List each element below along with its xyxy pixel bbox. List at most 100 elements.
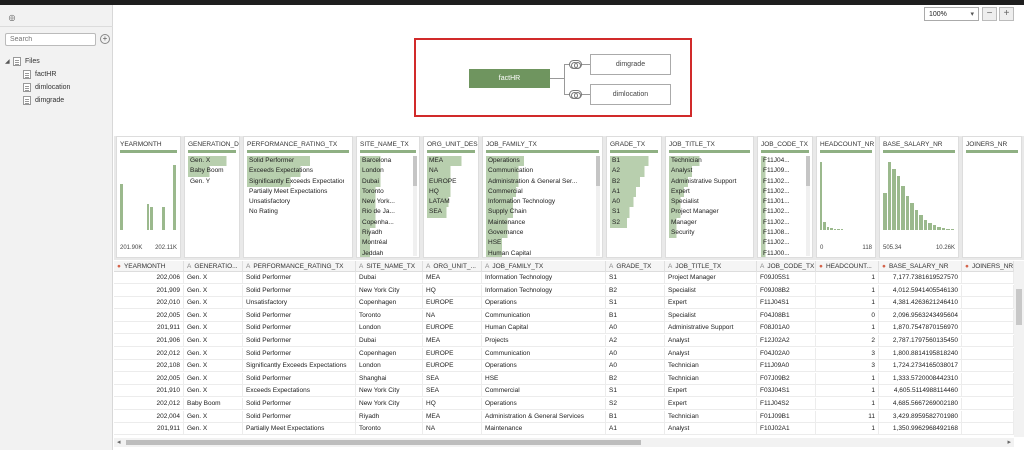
value-item[interactable]: Barcelona xyxy=(360,156,411,167)
value-item[interactable]: Governance xyxy=(486,228,594,239)
dim-table-node-dimlocation[interactable]: dimlocation xyxy=(590,84,671,105)
join-icon[interactable] xyxy=(569,90,582,99)
table-row[interactable]: 201,911 Gen. X Solid Performer London EUROPE… xyxy=(114,322,1014,335)
value-item[interactable]: Gen. Y xyxy=(188,177,231,187)
summary-card[interactable]: JOINERS_NR xyxy=(962,136,1022,258)
table-row[interactable]: 202,012 Baby Boom Solid Performer New York … xyxy=(114,398,1014,410)
table-row[interactable]: 202,005 Gen. X Solid Performer Shanghai SEA H… xyxy=(114,372,1014,385)
column-header[interactable]: ● YEARMONTH xyxy=(114,261,184,272)
value-item[interactable]: Jeddah xyxy=(360,248,411,257)
summary-card[interactable]: YEARMONTH 201.90K 202.11K xyxy=(116,136,181,258)
value-item[interactable]: Solid Performer xyxy=(247,156,344,167)
column-header[interactable]: A PERFORMANCE_RATING_TX xyxy=(243,261,356,272)
value-item[interactable]: Montréal xyxy=(360,238,411,249)
value-item[interactable]: F11J02... xyxy=(761,238,804,249)
column-header[interactable]: A SITE_NAME_TX xyxy=(356,261,423,272)
value-item[interactable]: F11J01... xyxy=(761,197,804,208)
summary-card[interactable]: JOB_TITLE_TX Technician Analyst Administrat… xyxy=(665,136,754,258)
value-item[interactable]: F11J08... xyxy=(761,228,804,239)
tree-item-files[interactable]: ◢ Files xyxy=(5,55,70,68)
tree-item-facthr[interactable]: factHR xyxy=(5,68,70,81)
value-item[interactable]: HQ xyxy=(427,186,470,198)
value-item[interactable]: Rio de Ja... xyxy=(360,207,411,218)
summary-card[interactable]: ORG_UNIT_DES... MEA NA EUROPE HQ LATAM SEA xyxy=(423,136,479,258)
value-item[interactable]: F11J04... xyxy=(761,156,804,167)
summary-card[interactable]: HEADCOUNT_NR 0 118 xyxy=(816,136,876,258)
value-item[interactable]: Expert xyxy=(669,186,745,198)
dim-table-node-dimgrade[interactable]: dimgrade xyxy=(590,54,671,75)
table-row[interactable]: 202,108 Gen. X Significantly Exceeds Expec… xyxy=(114,360,1014,373)
scroll-thumb[interactable] xyxy=(126,440,641,445)
value-item[interactable]: NA xyxy=(427,166,470,177)
zoom-select[interactable]: 100% ▾ xyxy=(924,7,979,21)
zoom-in-button[interactable]: + xyxy=(999,7,1014,21)
value-item[interactable]: F11J09... xyxy=(761,166,804,177)
value-item[interactable]: B1 xyxy=(610,156,653,167)
value-item[interactable]: HSE xyxy=(486,238,594,249)
value-item[interactable]: No Rating xyxy=(247,207,344,217)
value-item[interactable]: A1 xyxy=(610,186,653,198)
value-item[interactable]: S1 xyxy=(610,207,653,218)
table-row[interactable]: 202,010 Gen. X Unsatisfactory Copenhagen EUR… xyxy=(114,297,1014,310)
value-item[interactable]: Exceeds Expectations xyxy=(247,166,344,177)
column-header[interactable]: A JOB_TITLE_TX xyxy=(665,261,757,272)
value-item[interactable]: F11J00... xyxy=(761,248,804,257)
table-row[interactable]: 201,911 Gen. X Partially Meet Expectations… xyxy=(114,423,1014,436)
value-item[interactable]: F11J02... xyxy=(761,217,804,229)
expand-triangle-icon[interactable]: ◢ xyxy=(5,58,13,65)
value-item[interactable]: F11J02... xyxy=(761,207,804,218)
join-icon[interactable] xyxy=(569,60,582,69)
table-row[interactable]: 202,005 Gen. X Solid Performer Toronto NA Com… xyxy=(114,309,1014,322)
summary-card[interactable]: SITE_NAME_TX Barcelona London Dubai Toronto N… xyxy=(356,136,420,258)
table-row[interactable]: 202,006 Gen. X Solid Performer Dubai MEA Info… xyxy=(114,272,1014,284)
value-item[interactable]: EUROPE xyxy=(427,176,470,187)
column-header[interactable]: ● HEADCOUNT... xyxy=(816,261,879,272)
summary-card[interactable]: PERFORMANCE_RATING_TX Solid Performer Exce… xyxy=(243,136,353,258)
column-header[interactable]: ● BASE_SALARY_NR xyxy=(879,261,962,272)
value-item[interactable]: Communication xyxy=(486,166,594,177)
summary-card[interactable]: GENERATION_D... Gen. X Baby Boom Gen. Y xyxy=(184,136,240,258)
value-item[interactable]: A2 xyxy=(610,166,653,177)
table-row[interactable]: 201,906 Gen. X Solid Performer Dubai MEA Proj… xyxy=(114,335,1014,347)
column-header[interactable]: ● JOINERS_NR xyxy=(962,261,1014,272)
add-icon[interactable]: + xyxy=(100,34,110,44)
value-item[interactable]: Significantly Exceeds Expectations xyxy=(247,176,344,187)
value-item[interactable]: Dubai xyxy=(360,176,411,187)
value-item[interactable]: Gen. X xyxy=(188,156,231,167)
value-item[interactable]: Administrative Support xyxy=(669,176,745,187)
fact-table-node[interactable]: factHR xyxy=(469,69,550,88)
value-item[interactable]: Riyadh xyxy=(360,228,411,239)
value-item[interactable]: London xyxy=(360,166,411,177)
value-item[interactable]: Supply Chain xyxy=(486,207,594,218)
summary-card[interactable]: BASE_SALARY_NR 505.34 10.26K xyxy=(879,136,959,258)
value-item[interactable]: LATAM xyxy=(427,197,470,208)
value-item[interactable]: Toronto xyxy=(360,186,411,198)
value-item[interactable]: SEA xyxy=(427,207,470,218)
table-row[interactable]: 201,909 Gen. X Solid Performer New York Cit… xyxy=(114,284,1014,297)
scroll-right-icon[interactable]: ▸ xyxy=(1007,438,1011,447)
search-input[interactable] xyxy=(5,33,96,46)
value-item[interactable]: S2 xyxy=(610,217,653,229)
table-row[interactable]: 201,910 Gen. X Exceeds Expectations New Yor… xyxy=(114,385,1014,398)
summary-card[interactable]: GRADE_TX B1 A2 B2 A1 A0 S1 S2 xyxy=(606,136,662,258)
column-header[interactable]: A GRADE_TX xyxy=(606,261,665,272)
value-item[interactable]: A0 xyxy=(610,197,653,208)
value-item[interactable]: Manager xyxy=(669,217,745,229)
value-item[interactable]: Partially Meet Expectations xyxy=(247,187,344,197)
value-item[interactable]: MEA xyxy=(427,156,470,167)
tree-item-dimgrade[interactable]: dimgrade xyxy=(5,94,70,107)
card-scrollbar[interactable] xyxy=(806,156,810,256)
value-item[interactable]: Unsatisfactory xyxy=(247,197,344,207)
scroll-left-icon[interactable]: ◂ xyxy=(117,438,121,447)
value-item[interactable]: Specialist xyxy=(669,197,745,208)
value-item[interactable]: Analyst xyxy=(669,166,745,177)
column-header[interactable]: A JOB_CODE_TX xyxy=(757,261,816,272)
column-header[interactable]: A GENERATIO... xyxy=(184,261,243,272)
value-item[interactable]: B2 xyxy=(610,176,653,187)
value-item[interactable]: Project Manager xyxy=(669,207,745,218)
summary-card[interactable]: JOB_FAMILY_TX Operations Communication Admi… xyxy=(482,136,603,258)
scroll-thumb[interactable] xyxy=(1016,289,1022,325)
summary-card[interactable]: JOB_CODE_TX F11J04... F11J09... F11J02... F1… xyxy=(757,136,813,258)
value-item[interactable]: New York... xyxy=(360,197,411,208)
table-row[interactable]: 202,012 Gen. X Solid Performer Copenhagen EU… xyxy=(114,347,1014,360)
